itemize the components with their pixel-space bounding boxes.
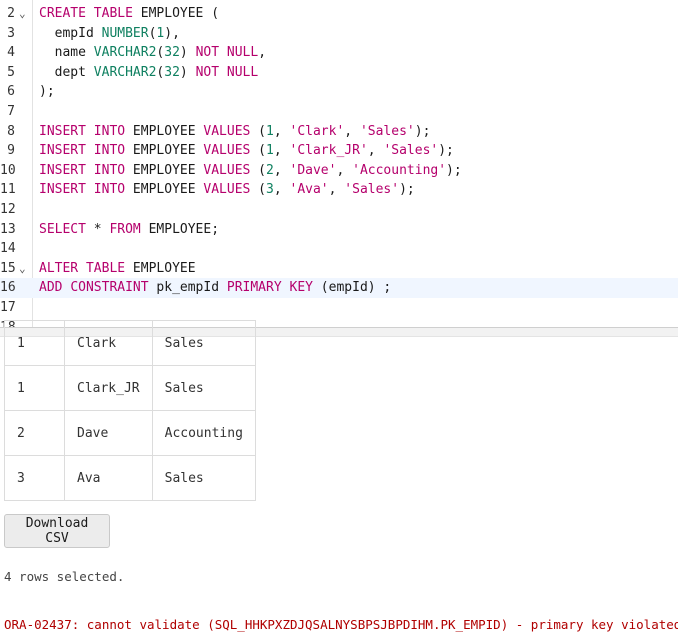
code-text: ALTER TABLE EMPLOYEE [39, 260, 196, 276]
table-row: 3 Ava Sales [4, 455, 256, 501]
line-number: 4 [7, 45, 15, 61]
code-line[interactable]: 14 [0, 239, 678, 259]
code-line[interactable]: 2 ⌄ CREATE TABLE EMPLOYEE ( [0, 4, 678, 24]
results-table: 1 Clark Sales 1 Clark_JR Sales 2 Dave Accounting… [4, 320, 256, 501]
code-text: ADD CONSTRAINT pk_empId PRIMARY KEY (emp… [39, 280, 392, 296]
line-number: 17 [0, 300, 16, 315]
table-cell: Sales [151, 455, 256, 501]
code-line[interactable]: 9 INSERT INTO EMPLOYEE VALUES (1, 'Clark_… [0, 141, 678, 161]
code-text: INSERT INTO EMPLOYEE VALUES (3, 'Ava', '… [39, 182, 415, 198]
code-line[interactable]: 17 [0, 298, 678, 318]
line-number: 14 [0, 241, 16, 257]
line-number: 8 [7, 123, 15, 139]
line-number: 12 [0, 202, 16, 217]
table-cell: 3 [4, 455, 65, 501]
code-line[interactable]: 7 [0, 102, 678, 122]
line-number: 2 [7, 6, 15, 21]
code-line[interactable]: 3 empId NUMBER(1), [0, 24, 678, 44]
code-text: name VARCHAR2(32) NOT NULL, [39, 45, 267, 61]
error-message: ORA-02437: cannot validate (SQL_HHKPXZDJ… [4, 617, 678, 632]
code-line[interactable]: 8 INSERT INTO EMPLOYEE VALUES (1, 'Clark'… [0, 122, 678, 142]
table-row: 2 Dave Accounting [4, 410, 256, 456]
line-number: 5 [7, 64, 15, 80]
table-cell: Clark [64, 320, 153, 366]
rows-selected-status: 4 rows selected. [4, 569, 125, 584]
table-cell: Ava [64, 455, 153, 501]
table-cell: Dave [64, 410, 153, 456]
table-cell: Clark_JR [64, 365, 153, 411]
code-line[interactable]: 10 INSERT INTO EMPLOYEE VALUES (2, 'Dave'… [0, 161, 678, 181]
table-row: 1 Clark Sales [4, 320, 256, 366]
table-row: 1 Clark_JR Sales [4, 365, 256, 411]
code-line[interactable]: 6); [0, 82, 678, 102]
line-number: 3 [7, 25, 15, 41]
code-line[interactable]: 11 INSERT INTO EMPLOYEE VALUES (3, 'Ava',… [0, 180, 678, 200]
code-text: INSERT INTO EMPLOYEE VALUES (1, 'Clark',… [39, 123, 431, 139]
table-cell: 1 [4, 365, 65, 411]
code-text: CREATE TABLE EMPLOYEE ( [39, 6, 220, 21]
code-line[interactable]: 13 SELECT * FROM EMPLOYEE; [0, 220, 678, 240]
line-number: 11 [0, 182, 16, 198]
code-line[interactable]: 4 name VARCHAR2(32) NOT NULL, [0, 43, 678, 63]
fold-chevron-icon[interactable]: ⌄ [19, 259, 26, 279]
code-text: SELECT * FROM EMPLOYEE; [39, 221, 220, 237]
download-csv-button[interactable]: Download CSV [4, 514, 110, 548]
fold-chevron-icon[interactable]: ⌄ [19, 4, 26, 24]
line-number: 16 [0, 280, 16, 296]
code-line[interactable]: 5 dept VARCHAR2(32) NOT NULL [0, 63, 678, 83]
line-number: 6 [7, 84, 15, 100]
sql-editor[interactable]: 2 ⌄ CREATE TABLE EMPLOYEE ( 3 empId NUMBER(… [0, 0, 678, 327]
code-text: empId NUMBER(1), [39, 25, 180, 41]
code-line[interactable]: 12 [0, 200, 678, 220]
code-text: ); [39, 84, 55, 100]
table-cell: Sales [151, 365, 256, 411]
table-cell: 1 [4, 320, 65, 366]
code-text: INSERT INTO EMPLOYEE VALUES (2, 'Dave', … [39, 162, 462, 178]
code-line[interactable]: 16 ADD CONSTRAINT pk_empId PRIMARY KEY (e… [0, 278, 678, 298]
line-number: 10 [0, 162, 16, 178]
code-line[interactable]: 15 ⌄ ALTER TABLE EMPLOYEE [0, 259, 678, 279]
line-number: 15 [0, 260, 16, 276]
code-text: INSERT INTO EMPLOYEE VALUES (1, 'Clark_J… [39, 143, 454, 159]
line-number: 9 [7, 143, 15, 159]
line-number: 7 [7, 104, 15, 119]
table-cell: Sales [151, 320, 256, 366]
line-number: 13 [0, 221, 16, 237]
table-cell: Accounting [151, 410, 256, 456]
table-cell: 2 [4, 410, 65, 456]
code-text: dept VARCHAR2(32) NOT NULL [39, 64, 259, 80]
